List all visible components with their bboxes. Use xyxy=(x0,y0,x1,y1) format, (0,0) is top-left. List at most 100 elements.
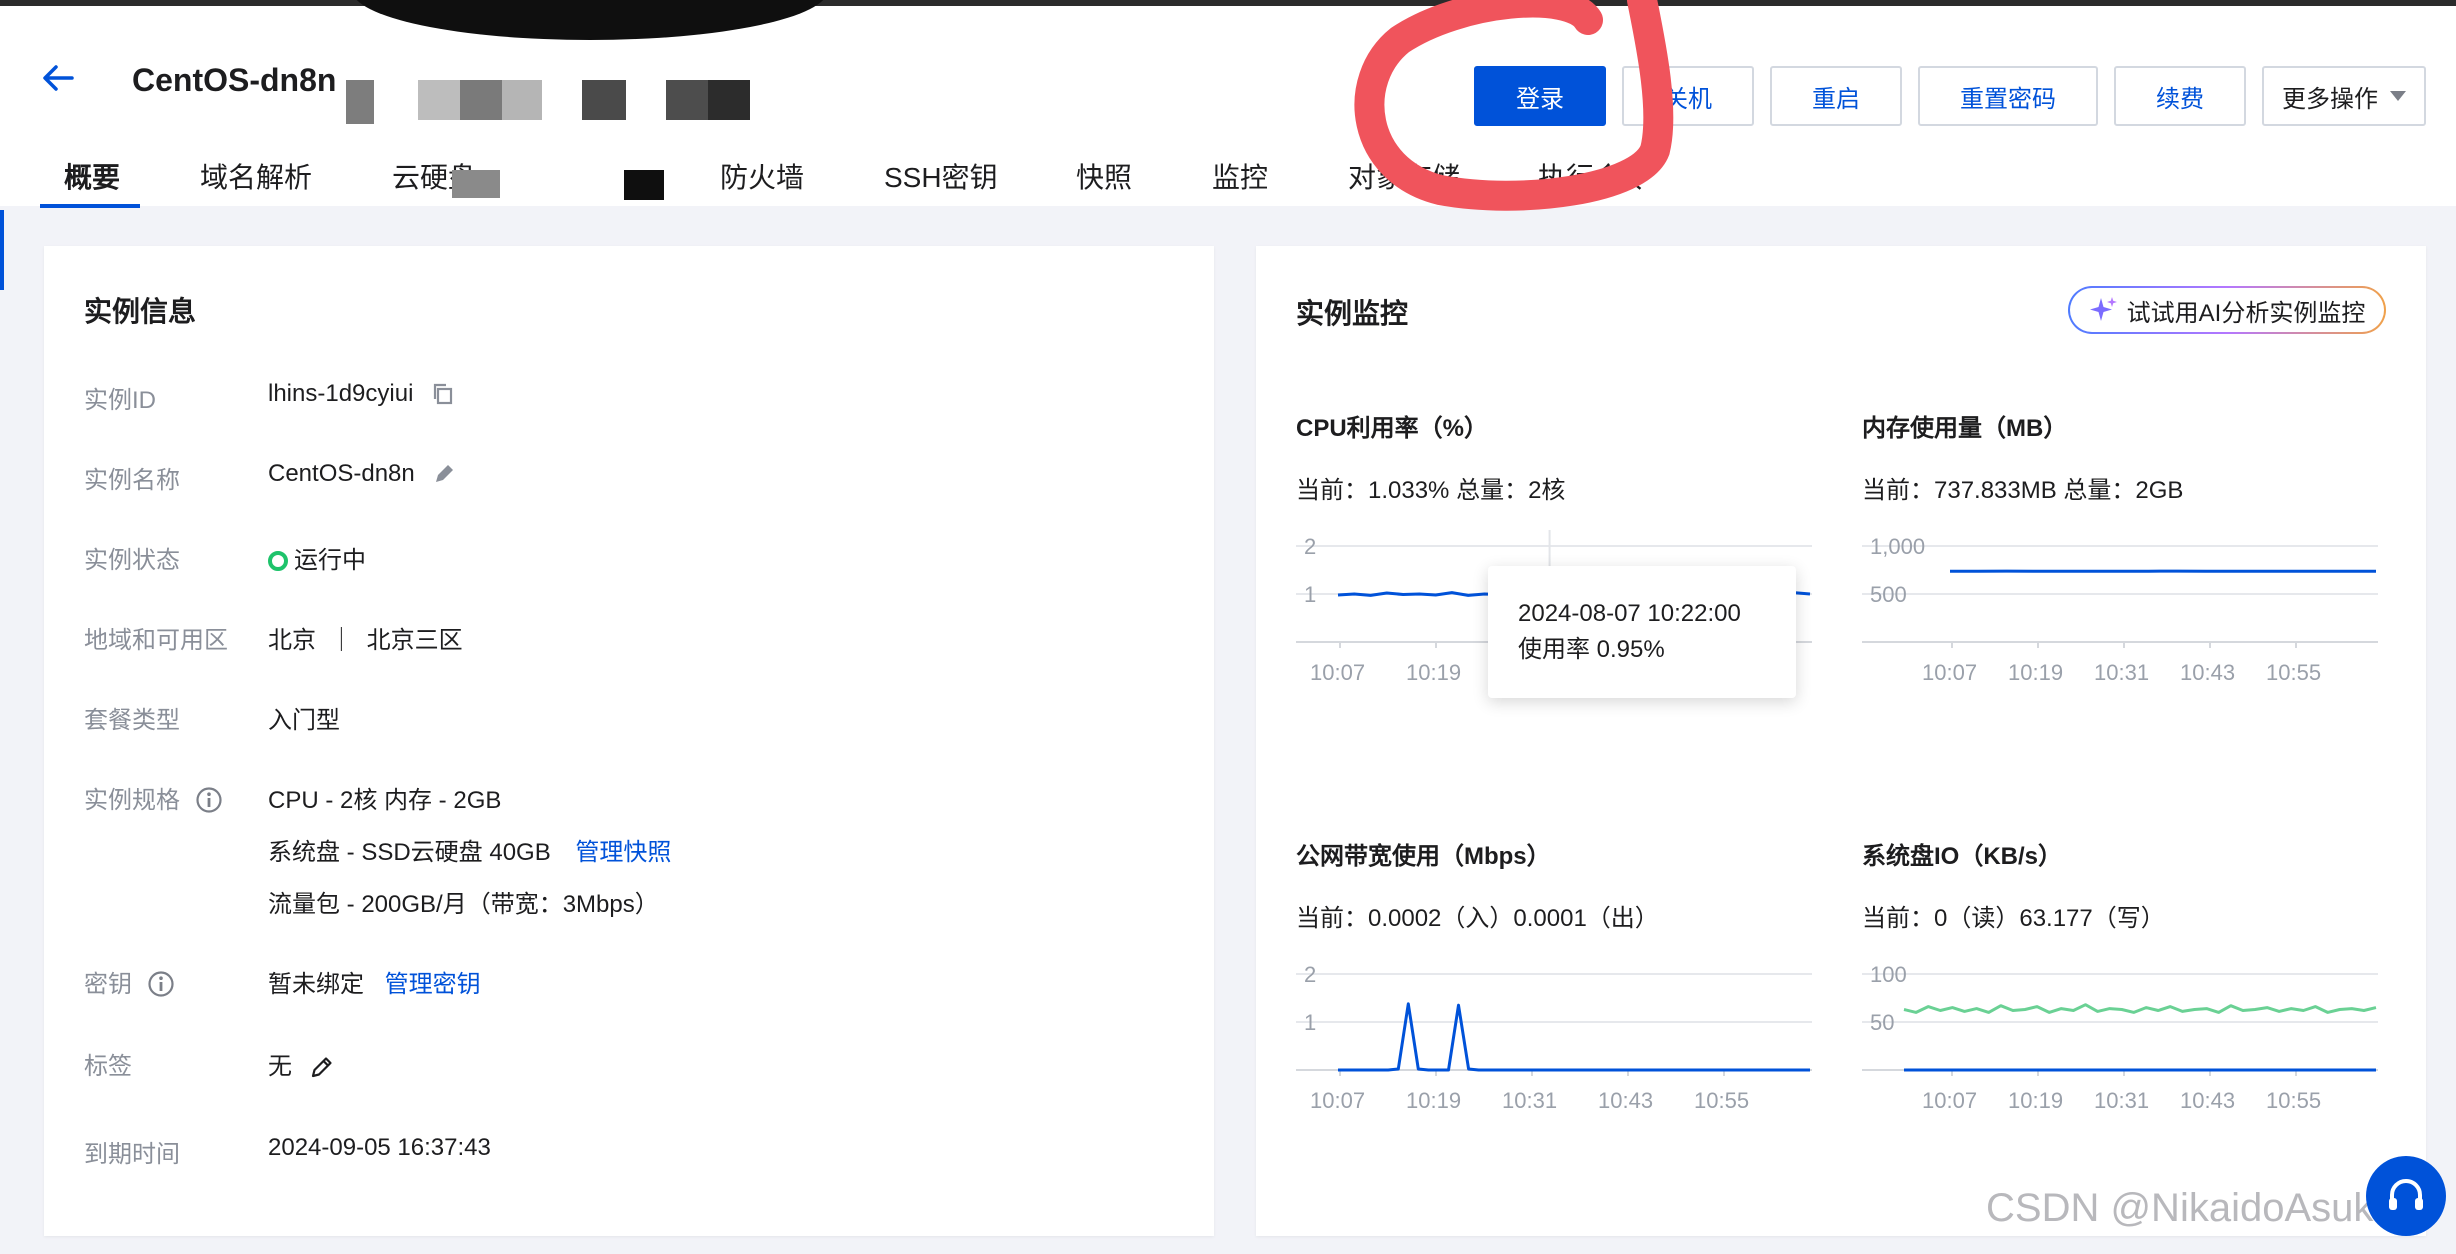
redaction-block xyxy=(582,80,626,120)
renew-button[interactable]: 续费 xyxy=(2114,66,2246,126)
tag-value-row: 无 xyxy=(268,1046,335,1081)
x-tick-label: 10:07 xyxy=(1310,660,1365,685)
info-icon[interactable] xyxy=(147,970,175,998)
y-tick-label: 1 xyxy=(1304,582,1316,607)
instance-status-text: 运行中 xyxy=(294,547,366,574)
tab-overview[interactable]: 概要 xyxy=(64,156,120,196)
redaction-block xyxy=(502,80,542,120)
headset-icon xyxy=(2389,1179,2423,1210)
reset-password-button[interactable]: 重置密码 xyxy=(1918,66,2098,126)
tab-object-storage[interactable]: 对象存储 xyxy=(1348,156,1460,196)
instance-id-value: lhins-1d9cyiui xyxy=(268,380,456,408)
tab-monitor[interactable]: 监控 xyxy=(1212,156,1268,196)
instance-name-value: CentOS-dn8n xyxy=(268,460,457,488)
memory-usage-chart[interactable]: 1,000 500 10:07 10:19 10:31 10:43 10:55 xyxy=(1862,530,2378,700)
tab-run-command[interactable]: 执行命令 xyxy=(1538,156,1650,196)
memory-chart-current: 当前：737.833MB 总量：2GB xyxy=(1862,477,2184,504)
y-tick-label: 100 xyxy=(1870,962,1907,987)
instance-name-label: 实例名称 xyxy=(84,467,180,494)
package-label: 套餐类型 xyxy=(84,707,180,734)
copy-icon[interactable] xyxy=(430,381,456,407)
bandwidth-usage-chart[interactable]: 2 1 10:07 10:19 10:31 10:43 10:55 xyxy=(1296,958,1812,1128)
x-tick-label: 10:43 xyxy=(1598,1088,1653,1113)
redaction-block xyxy=(666,80,708,120)
tooltip-value: 使用率 0.95% xyxy=(1518,636,1665,663)
instance-status-value: 运行中 xyxy=(268,540,366,575)
x-tick-label: 10:43 xyxy=(2180,660,2235,685)
y-tick-label: 1,000 xyxy=(1870,534,1925,559)
x-tick-label: 10:31 xyxy=(2094,1088,2149,1113)
more-actions-dropdown[interactable]: 更多操作 xyxy=(2262,66,2426,126)
instance-id-text: lhins-1d9cyiui xyxy=(268,380,414,407)
x-tick-label: 10:31 xyxy=(2094,660,2149,685)
series-line xyxy=(1903,1003,2377,1014)
cpu-chart-title: CPU利用率（%） xyxy=(1296,415,1489,442)
y-tick-label: 50 xyxy=(1870,1010,1894,1035)
x-tick-label: 10:19 xyxy=(1406,1088,1461,1113)
x-tick-label: 10:55 xyxy=(2266,660,2321,685)
tab-dns[interactable]: 域名解析 xyxy=(200,156,312,196)
x-tick-label: 10:07 xyxy=(1922,1088,1977,1113)
redaction-block xyxy=(708,80,750,120)
y-tick-label: 2 xyxy=(1304,534,1316,559)
x-tick-label: 10:07 xyxy=(1922,660,1977,685)
info-icon[interactable] xyxy=(195,786,223,814)
restart-button[interactable]: 重启 xyxy=(1770,66,1902,126)
instance-id-label: 实例ID xyxy=(84,387,156,414)
shutdown-button[interactable]: 关机 xyxy=(1622,66,1754,126)
instance-monitor-title: 实例监控 xyxy=(1296,298,1409,329)
edit-pencil-icon[interactable] xyxy=(431,461,457,487)
disk-io-chart-current: 当前：0（读）63.177（写） xyxy=(1862,905,2165,932)
more-actions-label: 更多操作 xyxy=(2282,85,2378,113)
instance-info-title: 实例信息 xyxy=(84,296,197,327)
redaction-block xyxy=(624,170,664,200)
redaction-block xyxy=(418,80,460,120)
x-tick-label: 10:31 xyxy=(1502,1088,1557,1113)
region-value: 北京 ｜ 北京三区 xyxy=(268,627,463,654)
customer-service-button[interactable] xyxy=(2366,1156,2446,1236)
spec-label-row: 实例规格 xyxy=(84,780,223,815)
tag-label: 标签 xyxy=(84,1053,132,1080)
key-label: 密钥 xyxy=(84,971,132,998)
manage-snapshot-link[interactable]: 管理快照 xyxy=(575,839,671,866)
series-line xyxy=(1338,1002,1810,1072)
instance-name-text: CentOS-dn8n xyxy=(268,460,415,487)
back-arrow-icon[interactable] xyxy=(38,58,78,98)
y-tick-label: 1 xyxy=(1304,1010,1316,1035)
page-header: CentOS-dn8n 登录 关机 重启 重置密码 续费 更多操作 概要 域名解… xyxy=(0,6,2456,208)
tab-ssh-key[interactable]: SSH密钥 xyxy=(884,156,998,196)
expire-label: 到期时间 xyxy=(84,1141,180,1168)
instance-status-label: 实例状态 xyxy=(84,547,180,574)
memory-chart-title: 内存使用量（MB） xyxy=(1862,415,2068,442)
caret-down-icon xyxy=(2390,91,2406,101)
spec-label: 实例规格 xyxy=(84,787,180,814)
manage-key-link[interactable]: 管理密钥 xyxy=(385,971,481,998)
csdn-watermark: CSDN @NikaidoAsuka xyxy=(1986,1186,2396,1230)
cpu-chart-current: 当前：1.033% 总量：2核 xyxy=(1296,477,1566,504)
x-tick-label: 10:55 xyxy=(2266,1088,2321,1113)
login-button[interactable]: 登录 xyxy=(1474,66,1606,126)
x-tick-label: 10:55 xyxy=(1694,1088,1749,1113)
instance-info-card: 实例信息 xyxy=(44,246,1214,1236)
tab-bar: 概要 域名解析 云硬盘 防火墙 SSH密钥 快照 监控 对象存储 执行命令 xyxy=(0,156,1700,212)
ai-analysis-button[interactable]: 试试用AI分析实例监控 xyxy=(2068,286,2386,334)
tab-firewall[interactable]: 防火墙 xyxy=(720,156,804,196)
key-label-row: 密钥 xyxy=(84,964,175,999)
redaction-block xyxy=(460,80,502,120)
spec-disk: 系统盘 - SSD云硬盘 40GB xyxy=(268,839,551,866)
instance-title: CentOS-dn8n xyxy=(132,62,337,98)
x-tick-label: 10:19 xyxy=(2008,660,2063,685)
disk-io-chart[interactable]: 100 50 10:07 10:19 10:31 10:43 10:55 xyxy=(1862,958,2378,1128)
region-label: 地域和可用区 xyxy=(84,627,228,654)
tab-snapshot[interactable]: 快照 xyxy=(1076,156,1132,196)
bandwidth-chart-current: 当前：0.0002（入）0.0001（出） xyxy=(1296,905,1659,932)
spec-cpu: CPU - 2核 内存 - 2GB xyxy=(268,787,502,814)
y-tick-label: 500 xyxy=(1870,582,1907,607)
x-tick-label: 10:43 xyxy=(2180,1088,2235,1113)
tag-value: 无 xyxy=(268,1053,292,1080)
spec-traffic: 流量包 - 200GB/月（带宽：3Mbps） xyxy=(268,891,659,918)
edit-tag-icon[interactable] xyxy=(309,1054,335,1080)
key-value: 暂未绑定 xyxy=(268,971,364,998)
y-tick-label: 2 xyxy=(1304,962,1316,987)
redaction-block xyxy=(346,80,374,124)
